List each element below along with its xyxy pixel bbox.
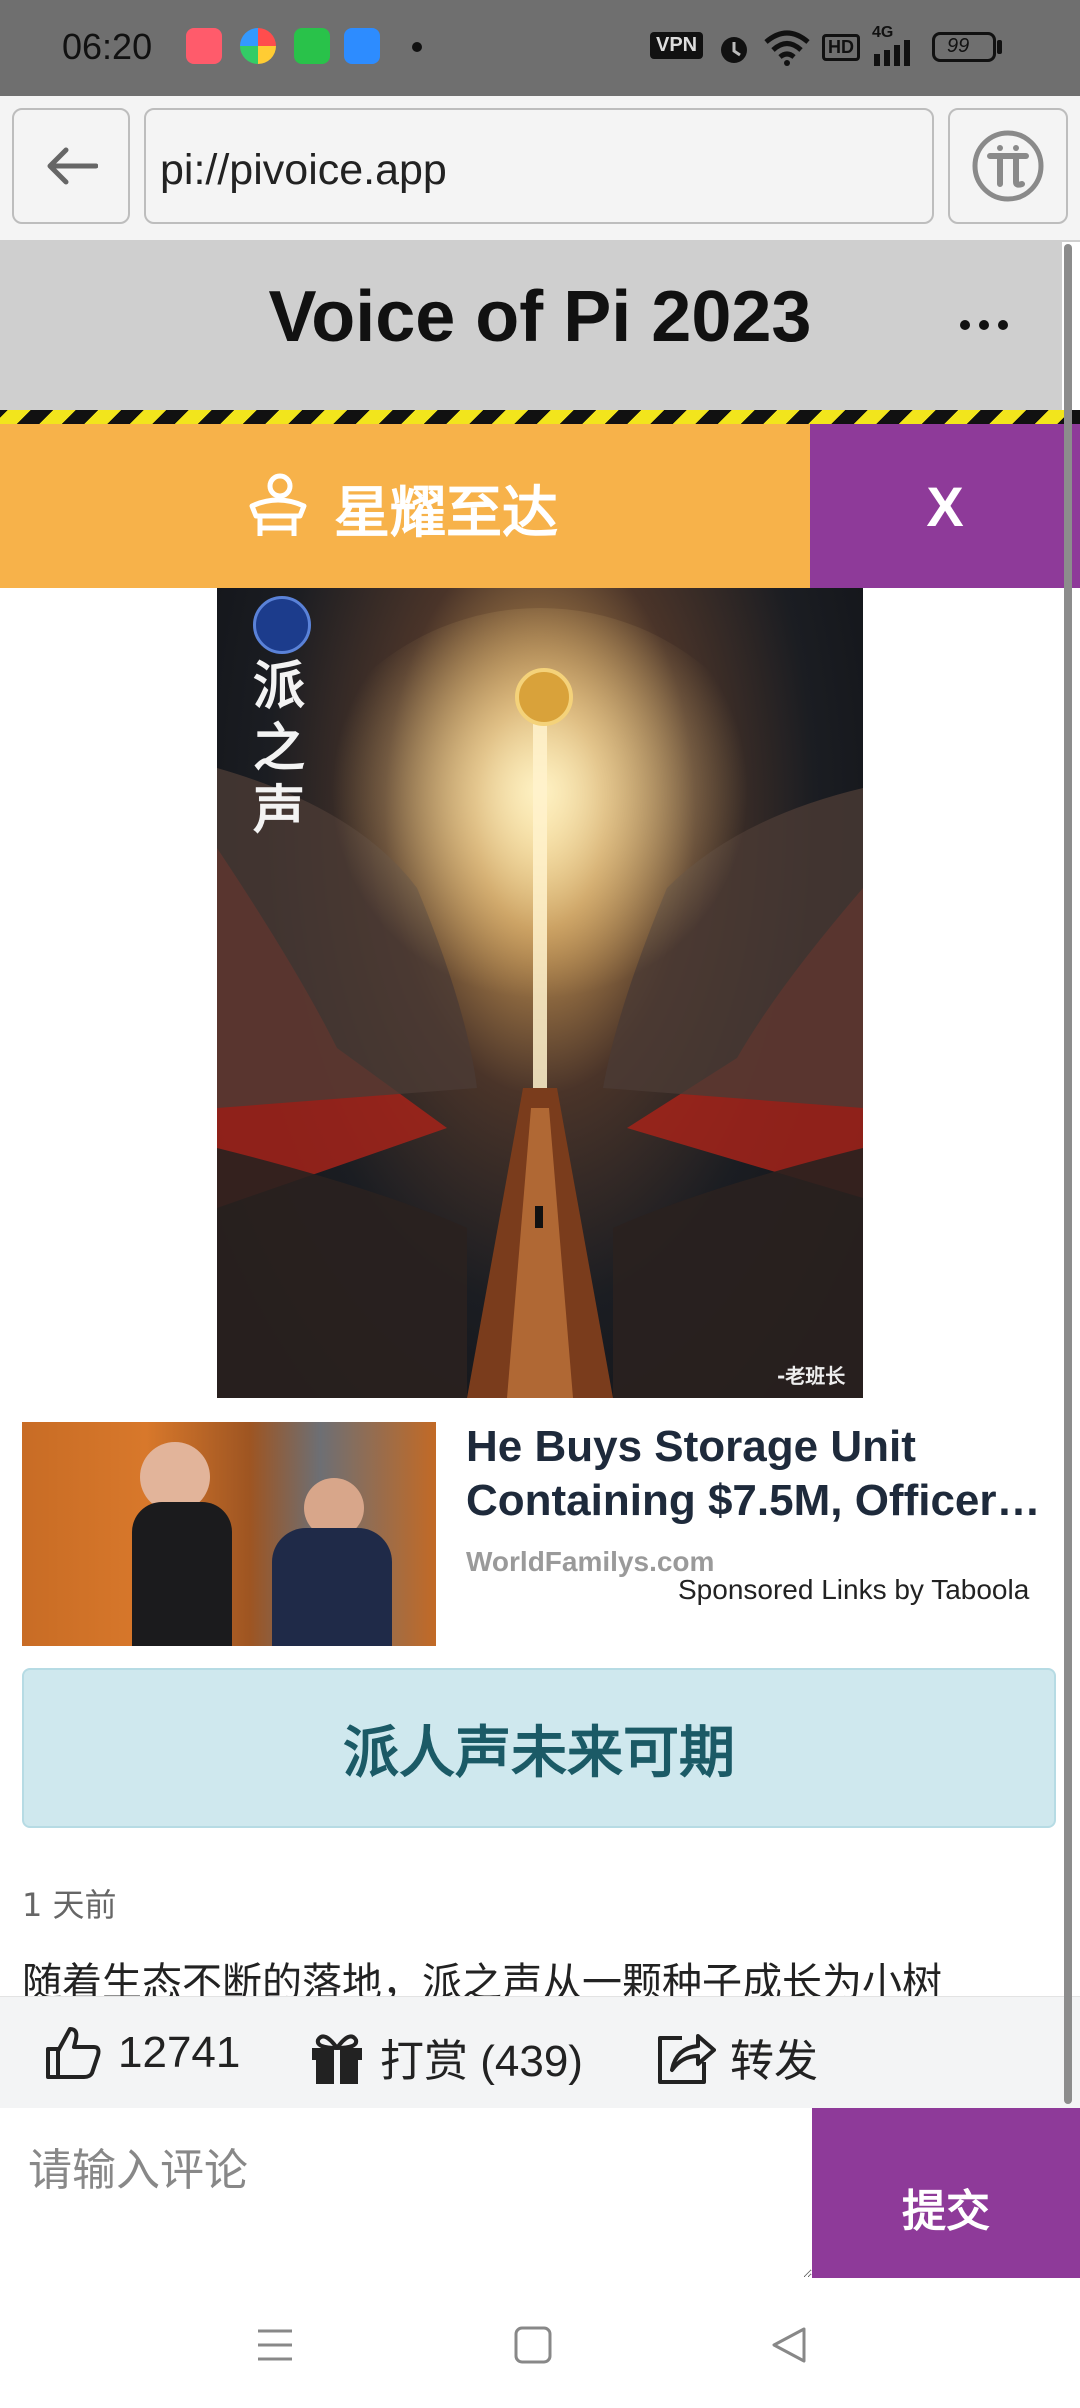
ad-headline-line: Containing $7.5M, Officer… — [466, 1476, 1041, 1525]
app-icon-4 — [344, 28, 380, 64]
article-body: 随着生态不断的落地，派之声从一颗种子成长为小树 — [22, 1960, 942, 1996]
comment-area — [0, 2108, 812, 2278]
submit-comment-button[interactable]: 提交 — [812, 2108, 1080, 2278]
share-icon — [658, 2034, 716, 2084]
poster-title-char: 声 — [252, 781, 305, 841]
battery-level: 99 — [947, 35, 970, 57]
hazard-stripe-divider — [0, 410, 1080, 424]
app-icon-1 — [186, 28, 222, 64]
poster-credit: -老班长 — [777, 1364, 846, 1388]
ad-headline[interactable]: He Buys Storage Unit Containing $7.5M, O… — [466, 1420, 1056, 1528]
promo-banner[interactable]: 星耀至达 — [0, 424, 810, 588]
battery-icon: 99 — [932, 32, 996, 62]
poster-image: 派 之 声 -老班长 — [217, 588, 863, 1398]
wifi-icon — [764, 30, 810, 66]
url-text: pi://pivoice.app — [160, 146, 447, 194]
ad-image[interactable] — [22, 1422, 436, 1646]
back-triangle-icon[interactable] — [770, 2326, 808, 2364]
alarm-icon — [721, 37, 747, 63]
action-bar: 12741 打赏 (439) 转发 — [0, 1996, 1080, 2109]
app-icon-2 — [240, 28, 276, 64]
status-time: 06:20 — [62, 26, 153, 67]
ad-headline-line: He Buys Storage Unit — [466, 1422, 916, 1471]
share-label: 转发 — [730, 2037, 818, 2086]
gift-icon — [312, 2034, 362, 2084]
desk-person-icon — [249, 473, 307, 536]
status-bar: 06:20 VPN HD 4G 99 — [0, 0, 1080, 96]
ad-person-body — [132, 1502, 232, 1646]
vpn-icon: VPN — [650, 32, 704, 59]
page-header: Voice of Pi 2023 — [0, 242, 1062, 410]
signal-icon — [874, 40, 910, 66]
home-square-icon[interactable] — [514, 2326, 552, 2364]
address-bar: pi://pivoice.app — [0, 96, 1080, 242]
url-field[interactable]: pi://pivoice.app — [144, 108, 934, 224]
poster-vertical-title: 派 之 声 — [249, 656, 309, 842]
pi-badge-icon — [253, 596, 311, 654]
poster-title-char: 派 — [252, 657, 305, 717]
post-time: 1 天前 — [22, 1886, 117, 1924]
thumbs-up-icon — [46, 2027, 101, 2079]
page-scrollbar[interactable] — [1064, 244, 1072, 2104]
comment-input[interactable] — [0, 2108, 812, 2278]
poster-pi-logo-icon — [515, 668, 573, 726]
share-button[interactable]: 转发 — [654, 2025, 818, 2089]
back-button[interactable] — [12, 108, 130, 224]
poster-title-char: 之 — [252, 719, 305, 779]
ad-officer-body — [272, 1528, 392, 1646]
back-arrow-icon — [47, 147, 98, 185]
like-count: 12741 — [118, 2028, 241, 2077]
reward-button[interactable]: 打赏 (439) — [308, 2025, 583, 2089]
article-heading-box: 派人声未来可期 — [22, 1668, 1056, 1828]
promo-banner-label: 星耀至达 — [334, 481, 558, 546]
close-banner-button[interactable]: X — [810, 424, 1080, 588]
article-heading: 派人声未来可期 — [343, 1720, 735, 1786]
pi-browser-button[interactable] — [948, 108, 1068, 224]
reward-label: 打赏 (439) — [380, 2037, 583, 2086]
app-icon-3 — [294, 28, 330, 64]
system-nav-bar — [0, 2278, 1080, 2408]
hd-icon: HD — [822, 34, 860, 61]
like-button[interactable]: 12741 — [44, 2025, 240, 2081]
menu-icon[interactable] — [256, 2328, 294, 2362]
battery-tip — [997, 40, 1002, 54]
page-title: Voice of Pi 2023 — [268, 277, 812, 357]
pi-logo-icon — [972, 130, 1044, 202]
dot-icon — [412, 42, 422, 52]
more-dots-icon[interactable] — [958, 318, 1010, 332]
sponsored-links-label[interactable]: Sponsored Links by Taboola — [678, 1574, 1029, 1606]
